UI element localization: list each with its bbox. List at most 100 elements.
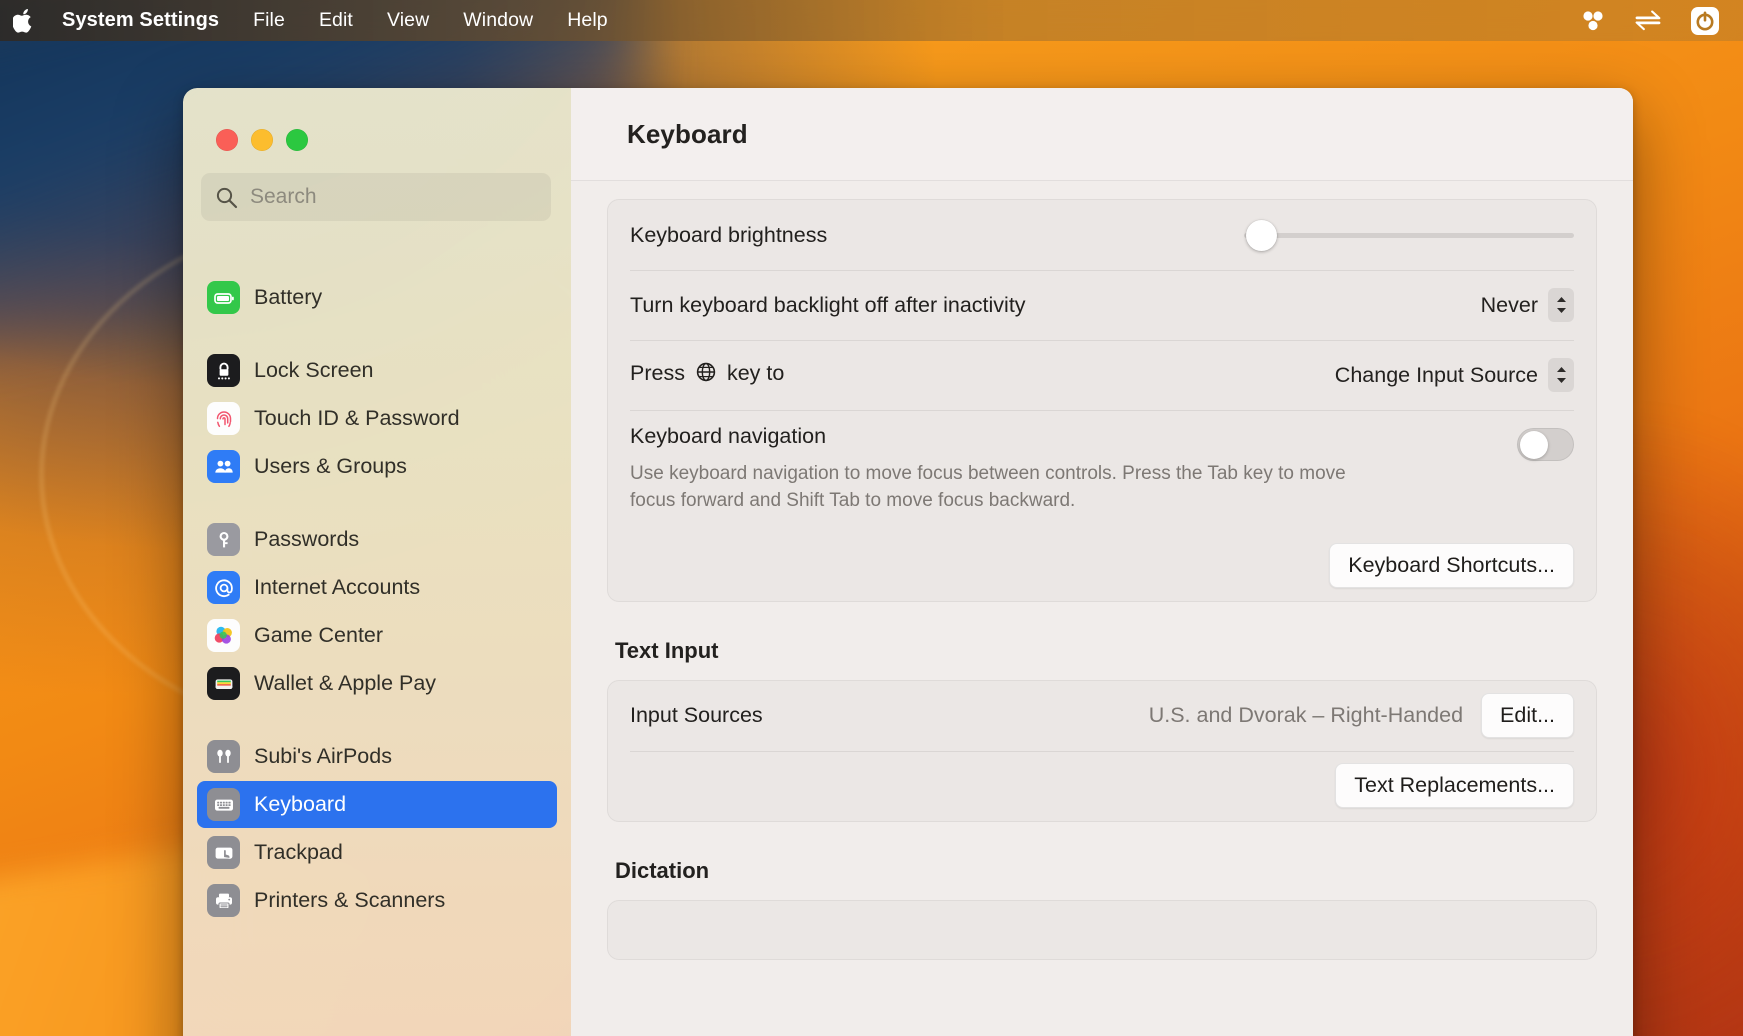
globe-key-popup-button[interactable]: Change Input Source bbox=[1335, 358, 1574, 392]
sidebar-item-keyboard[interactable]: Keyboard bbox=[197, 781, 557, 828]
page-title: Keyboard bbox=[627, 118, 748, 149]
menu-help[interactable]: Help bbox=[550, 0, 625, 41]
row-backlight-off: Turn keyboard backlight off after inacti… bbox=[608, 270, 1596, 340]
sidebar-item-lock-screen[interactable]: Lock Screen bbox=[197, 347, 557, 394]
globe-icon bbox=[695, 361, 717, 389]
system-settings-window: Search Battery Lock Screen Touch ID & Pa… bbox=[183, 88, 1633, 1036]
sidebar-item-label: Touch ID & Password bbox=[254, 406, 460, 430]
row-keyboard-brightness: Keyboard brightness bbox=[608, 200, 1596, 270]
sidebar-item-touch-id[interactable]: Touch ID & Password bbox=[197, 395, 557, 442]
sidebar-divider-3 bbox=[197, 708, 557, 732]
sidebar-item-label: Users & Groups bbox=[254, 454, 407, 478]
menu-bar-status-area bbox=[1579, 0, 1743, 41]
minimize-button[interactable] bbox=[251, 129, 273, 151]
search-area: Search bbox=[183, 151, 571, 221]
sidebar-item-label: Trackpad bbox=[254, 840, 343, 864]
menu-view[interactable]: View bbox=[370, 0, 446, 41]
sidebar-item-label: Internet Accounts bbox=[254, 575, 421, 599]
three-dots-icon[interactable] bbox=[1579, 8, 1607, 34]
zoom-button[interactable] bbox=[286, 129, 308, 151]
users-icon bbox=[207, 450, 240, 483]
backlight-off-value: Never bbox=[1480, 292, 1538, 317]
sidebar-item-label: Subi's AirPods bbox=[254, 744, 392, 768]
backlight-off-popup-button[interactable]: Never bbox=[1481, 288, 1574, 322]
sidebar-item-passwords[interactable]: Passwords bbox=[197, 516, 557, 563]
keyboard-navigation-toggle[interactable] bbox=[1517, 428, 1574, 461]
fingerprint-icon bbox=[207, 402, 240, 435]
keyboard-navigation-text: Keyboard navigation bbox=[630, 424, 1517, 457]
search-icon bbox=[215, 186, 238, 209]
keyboard-navigation-label: Keyboard navigation bbox=[630, 424, 827, 448]
sidebar-item-users-groups[interactable]: Users & Groups bbox=[197, 443, 557, 490]
settings-scroll-area[interactable]: Keyboard brightness Turn keyboard backli… bbox=[571, 181, 1633, 1036]
menu-file[interactable]: File bbox=[236, 0, 302, 41]
text-input-section-title: Text Input bbox=[615, 637, 719, 663]
search-placeholder: Search bbox=[250, 185, 317, 208]
sidebar-item-printers-scanners[interactable]: Printers & Scanners bbox=[197, 877, 557, 924]
boxed-power-icon[interactable] bbox=[1689, 5, 1721, 37]
row-keyboard-navigation: Keyboard navigation bbox=[608, 410, 1596, 461]
globe-key-value: Change Input Source bbox=[1334, 362, 1538, 387]
menu-app-name[interactable]: System Settings bbox=[56, 0, 236, 41]
sidebar-item-game-center[interactable]: Game Center bbox=[197, 612, 557, 659]
menu-window[interactable]: Window bbox=[446, 0, 550, 41]
transfer-arrows-icon[interactable] bbox=[1633, 8, 1663, 34]
sidebar-item-trackpad[interactable]: Trackpad bbox=[197, 829, 557, 876]
sidebar-group-accounts: Passwords Internet Accounts Game Center … bbox=[197, 516, 557, 707]
input-sources-value: U.S. and Dvorak – Right-Handed bbox=[1148, 703, 1464, 728]
key-icon bbox=[207, 523, 240, 556]
menu-bar: System Settings File Edit View Window He… bbox=[0, 0, 1743, 41]
main-panel: Keyboard Keyboard brightness Turn keyboa… bbox=[571, 88, 1633, 1036]
apple-logo-icon[interactable] bbox=[12, 8, 34, 34]
menu-edit[interactable]: Edit bbox=[302, 0, 370, 41]
dictation-section-title: Dictation bbox=[615, 857, 710, 883]
text-replacements-button[interactable]: Text Replacements... bbox=[1335, 763, 1574, 809]
keyboard-navigation-description: Use keyboard navigation to move focus be… bbox=[630, 463, 1346, 511]
sidebar-item-label: Printers & Scanners bbox=[254, 888, 446, 912]
close-button[interactable] bbox=[216, 129, 238, 151]
wallet-icon bbox=[207, 667, 240, 700]
slider-knob[interactable] bbox=[1246, 219, 1277, 251]
main-header: Keyboard bbox=[571, 88, 1633, 181]
sidebar-item-label: Passwords bbox=[254, 527, 360, 551]
globe-key-label-after: key to bbox=[726, 361, 785, 385]
slider-track bbox=[1244, 232, 1574, 238]
text-input-card: Input Sources U.S. and Dvorak – Right-Ha… bbox=[607, 679, 1597, 822]
sidebar-group-devices: Subi's AirPods Keyboard Trackpad Printer… bbox=[197, 733, 557, 924]
sidebar-divider-2 bbox=[197, 491, 557, 515]
globe-key-label: Press key to bbox=[630, 361, 784, 389]
dictation-card bbox=[607, 899, 1597, 960]
sidebar-group-security: Lock Screen Touch ID & Password Users & … bbox=[197, 347, 557, 490]
row-keyboard-shortcuts: Keyboard Shortcuts... bbox=[608, 531, 1596, 601]
row-globe-key: Press key to Change Input Source bbox=[608, 340, 1596, 410]
menu-bar-left: System Settings File Edit View Window He… bbox=[0, 0, 625, 41]
sidebar-item-wallet-apple-pay[interactable]: Wallet & Apple Pay bbox=[197, 660, 557, 707]
edit-input-sources-button[interactable]: Edit... bbox=[1481, 693, 1574, 739]
sidebar-item-label: Wallet & Apple Pay bbox=[254, 671, 437, 695]
sidebar-divider-1 bbox=[197, 322, 557, 346]
sidebar-item-subis-airpods[interactable]: Subi's AirPods bbox=[197, 733, 557, 780]
keyboard-shortcuts-button[interactable]: Keyboard Shortcuts... bbox=[1329, 543, 1574, 589]
battery-icon bbox=[207, 281, 240, 314]
at-sign-icon bbox=[207, 571, 240, 604]
row-text-replacements: Text Replacements... bbox=[608, 750, 1596, 821]
keyboard-icon bbox=[207, 788, 240, 821]
backlight-off-label: Turn keyboard backlight off after inacti… bbox=[630, 292, 1026, 317]
sidebar-group-battery: Battery bbox=[197, 274, 557, 321]
search-input[interactable]: Search bbox=[201, 173, 551, 221]
sidebar-item-internet-accounts[interactable]: Internet Accounts bbox=[197, 564, 557, 611]
keyboard-brightness-slider[interactable] bbox=[1244, 219, 1574, 251]
game-center-icon bbox=[207, 619, 240, 652]
chevron-up-down-icon[interactable] bbox=[1548, 288, 1574, 322]
window-controls bbox=[183, 88, 571, 151]
globe-key-label-before: Press bbox=[630, 361, 685, 385]
sidebar-list[interactable]: Battery Lock Screen Touch ID & Password … bbox=[183, 273, 571, 1036]
input-sources-label: Input Sources bbox=[630, 703, 763, 728]
sidebar-item-battery[interactable]: Battery bbox=[197, 274, 557, 321]
chevron-up-down-icon[interactable] bbox=[1548, 358, 1574, 392]
printer-icon bbox=[207, 884, 240, 917]
toggle-knob bbox=[1520, 430, 1548, 459]
sidebar-item-label: Lock Screen bbox=[254, 358, 374, 382]
sidebar: Search Battery Lock Screen Touch ID & Pa… bbox=[183, 88, 571, 1036]
lock-icon bbox=[207, 354, 240, 387]
